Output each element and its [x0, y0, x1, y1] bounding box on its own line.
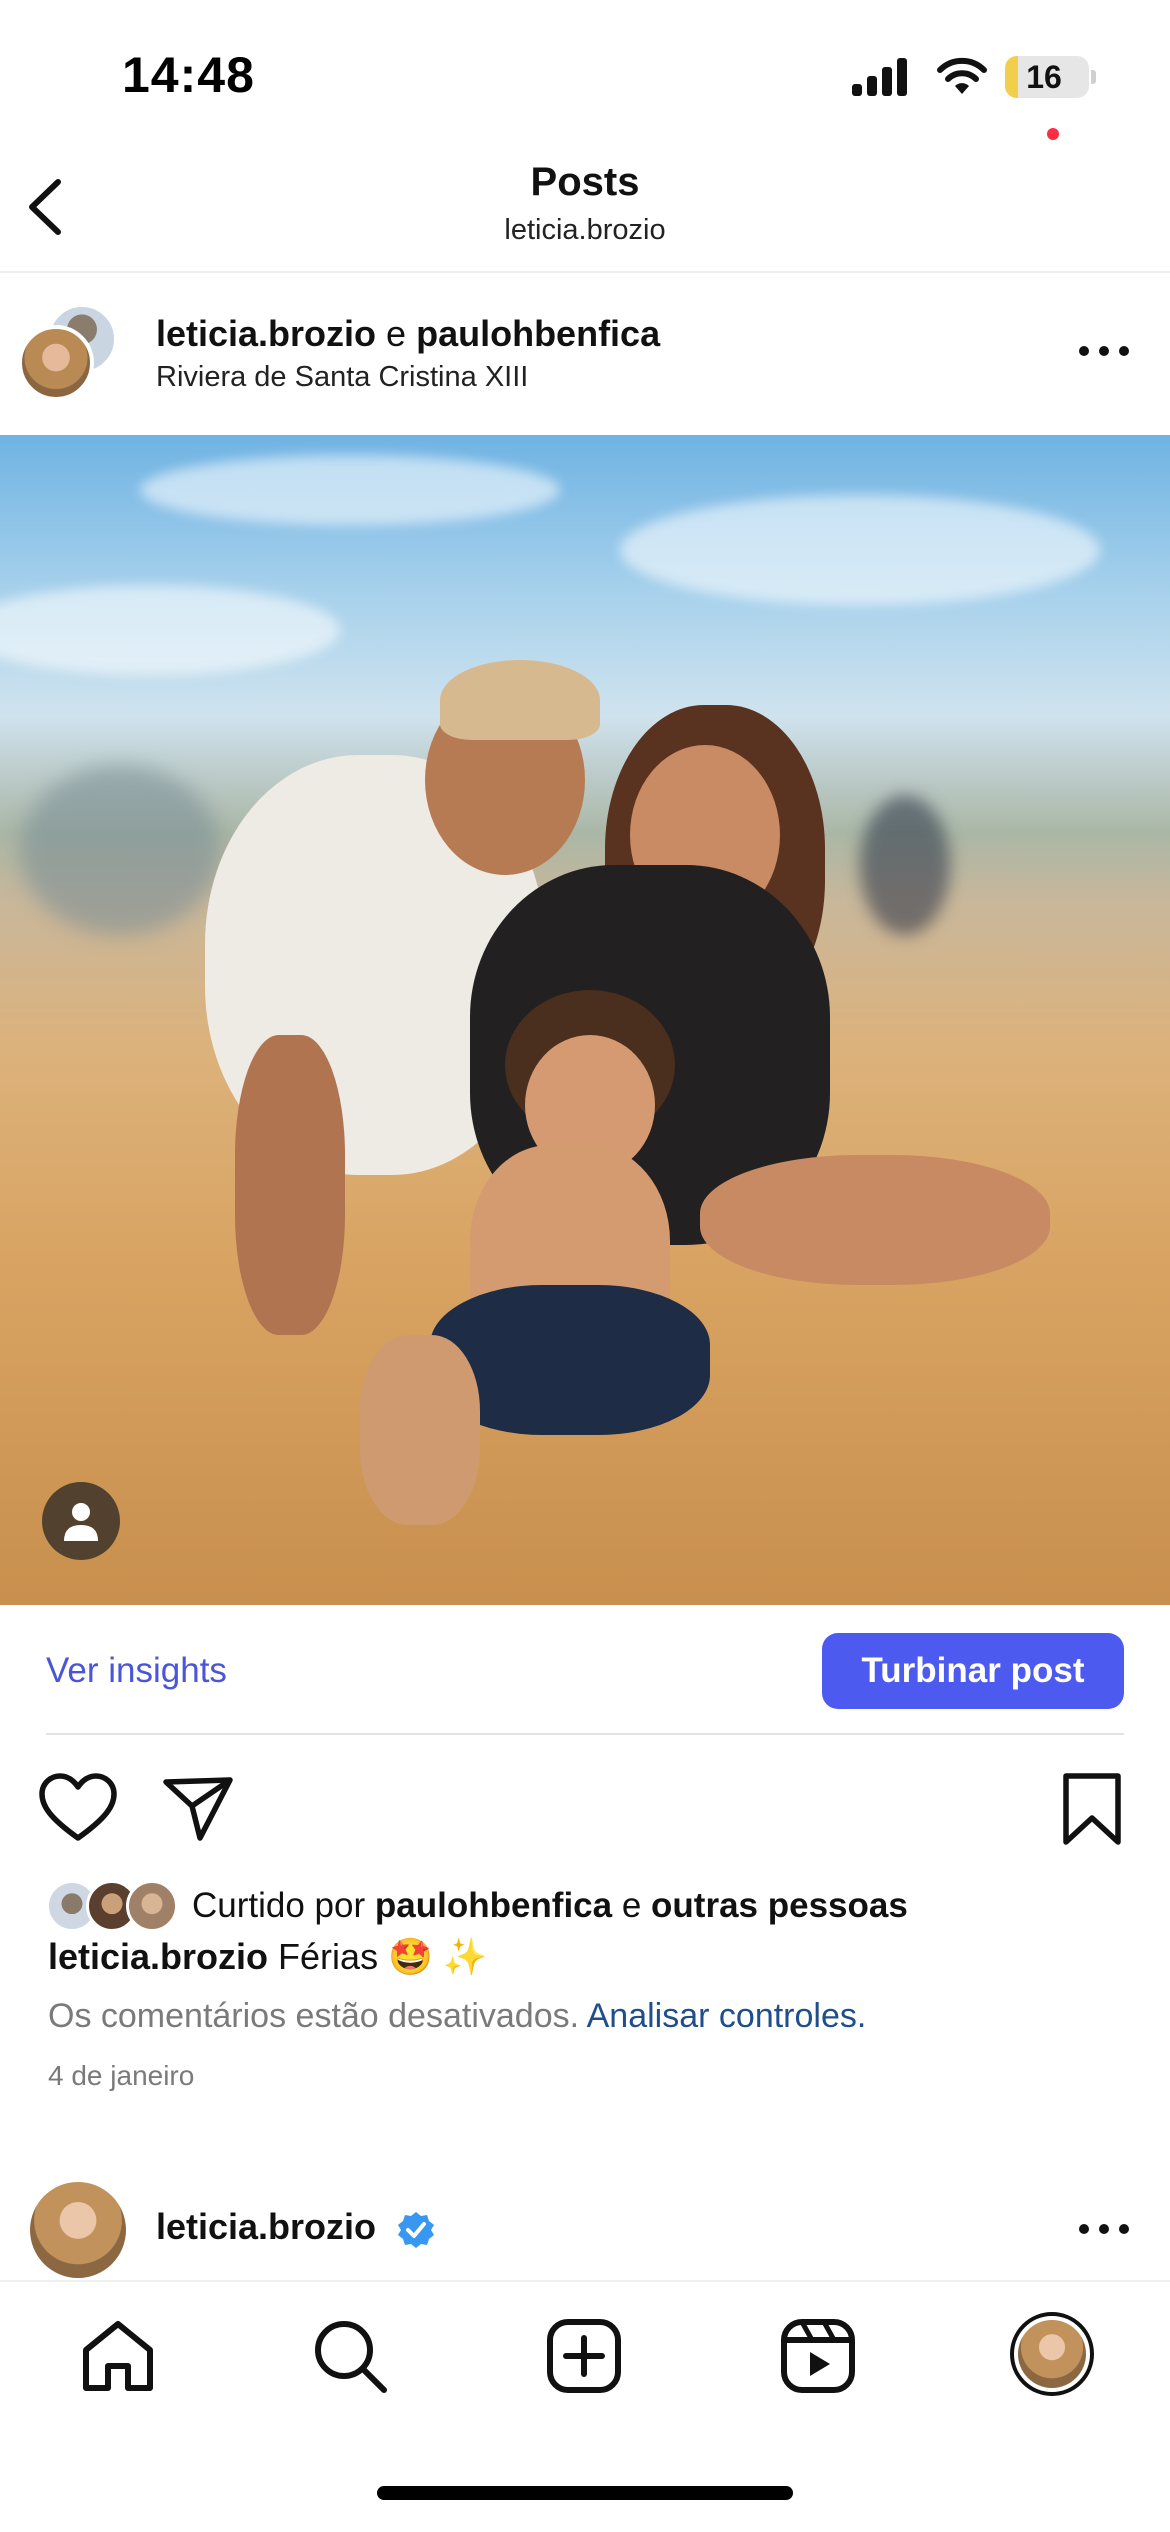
author-avatar[interactable] [18, 325, 94, 401]
home-indicator[interactable] [377, 2486, 793, 2500]
review-controls-link[interactable]: Analisar controles. [587, 1997, 867, 2035]
next-post-avatar[interactable] [30, 2182, 126, 2278]
heart-icon[interactable] [38, 1772, 118, 1844]
battery-indicator: 16 [1005, 56, 1089, 98]
insights-row: Ver insights Turbinar post [0, 1605, 1170, 1735]
create-icon[interactable] [544, 2316, 624, 2396]
view-insights-link[interactable]: Ver insights [46, 1651, 227, 1691]
status-bar: 14:48 16 [0, 0, 1170, 150]
caption-text: Férias 🤩 ✨ [268, 1936, 488, 1977]
tag-user-icon [64, 1503, 98, 1541]
tab-profile[interactable] [1010, 2312, 1094, 2396]
likes-row[interactable]: Curtido por paulohbenfica e outras pesso… [46, 1878, 1146, 1934]
photo-bg-figure [860, 795, 950, 935]
signal-icon [852, 58, 907, 96]
photo-man-cap [440, 660, 600, 740]
photo-man-arm [235, 1035, 345, 1335]
coauthor-username[interactable]: paulohbenfica [416, 313, 660, 354]
comments-disabled-text: Os comentários estão desativados. [48, 1997, 587, 2035]
likes-prefix: Curtido por [192, 1886, 375, 1925]
next-post-username[interactable]: leticia.brozio [156, 2206, 376, 2248]
authors-connector: e [376, 313, 417, 354]
bookmark-icon[interactable] [1058, 1772, 1126, 1846]
author-username[interactable]: leticia.brozio [156, 313, 376, 354]
comments-disabled-note: Os comentários estão desativados. Analis… [48, 1997, 866, 2036]
battery-level: 16 [1026, 59, 1062, 95]
photo-bg-figure [20, 765, 220, 935]
photo-cloud [620, 495, 1100, 605]
reels-icon[interactable] [778, 2316, 858, 2396]
tagged-users-button[interactable] [42, 1482, 120, 1560]
verified-icon [398, 2212, 434, 2248]
profile-avatar [1018, 2320, 1086, 2388]
battery-tip [1091, 70, 1096, 84]
caption: leticia.brozio Férias 🤩 ✨ [48, 1936, 488, 1978]
photo-cloud [140, 455, 560, 525]
photo-child-leg [360, 1335, 480, 1525]
author-avatars[interactable] [18, 303, 123, 403]
next-post-header: leticia.brozio [0, 2170, 1170, 2280]
post-photo[interactable] [0, 435, 1170, 1605]
likes-text: Curtido por paulohbenfica e outras pesso… [192, 1886, 908, 1926]
boost-post-button[interactable]: Turbinar post [822, 1633, 1124, 1709]
wifi-icon [937, 57, 987, 94]
more-icon[interactable] [1074, 336, 1134, 366]
nav-header: Posts leticia.brozio [0, 150, 1170, 273]
page-title: Posts [530, 160, 640, 204]
photo-cloud [0, 585, 340, 675]
liker-avatar [126, 1880, 178, 1932]
post-location[interactable]: Riviera de Santa Cristina XIII [156, 361, 528, 394]
notification-dot [1047, 128, 1059, 140]
likes-connector: e [612, 1886, 652, 1925]
post-authors: leticia.brozio e paulohbenfica [156, 313, 660, 355]
likes-others[interactable]: outras pessoas [651, 1886, 908, 1925]
likes-user[interactable]: paulohbenfica [375, 1886, 612, 1925]
caption-username[interactable]: leticia.brozio [48, 1936, 268, 1977]
divider [46, 1733, 1124, 1735]
share-icon[interactable] [162, 1772, 234, 1844]
more-icon[interactable] [1074, 2214, 1134, 2244]
post-date: 4 de janeiro [48, 2060, 195, 2091]
home-icon[interactable] [78, 2316, 158, 2396]
page-subtitle: leticia.brozio [504, 214, 666, 246]
search-icon[interactable] [310, 2316, 390, 2396]
post-header: leticia.brozio e paulohbenfica Riviera d… [0, 273, 1170, 435]
status-time: 14:48 [122, 47, 255, 103]
photo-woman-legs [700, 1155, 1050, 1285]
